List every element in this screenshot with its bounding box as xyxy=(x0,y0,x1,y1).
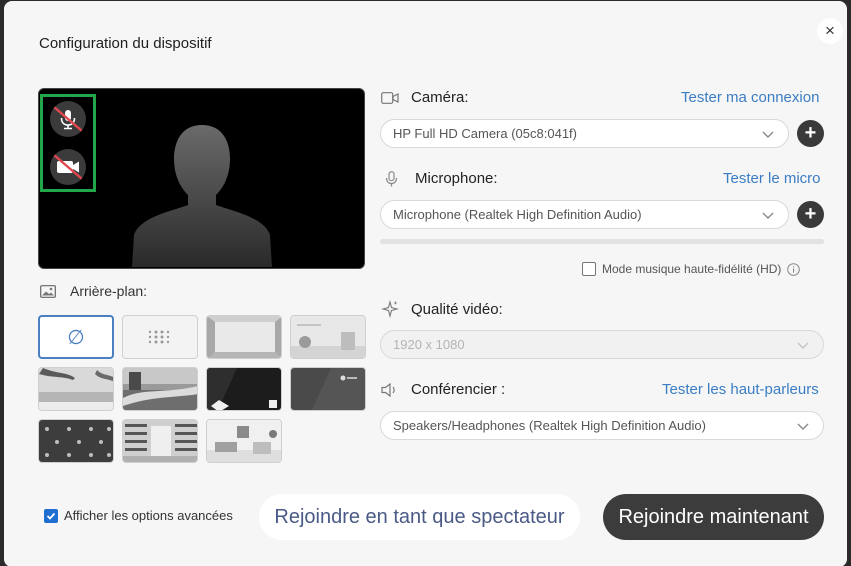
chevron-down-icon xyxy=(762,212,774,219)
video-preview xyxy=(38,88,365,269)
video-camera-icon xyxy=(381,91,399,104)
background-coast-thumb[interactable] xyxy=(122,367,198,411)
add-microphone-button[interactable]: + xyxy=(797,201,824,228)
chevron-down-icon xyxy=(762,131,774,138)
advanced-options-row[interactable]: Afficher les options avancées xyxy=(44,508,233,523)
microphone-select[interactable]: Microphone (Realtek High Definition Audi… xyxy=(380,200,789,229)
coast-image xyxy=(123,368,197,410)
advanced-options-checkbox[interactable] xyxy=(44,508,58,523)
background-empty-room-thumb[interactable] xyxy=(206,315,282,359)
branded-pattern-image xyxy=(39,420,113,462)
camera-label: Caméra: xyxy=(411,89,469,106)
join-now-button[interactable]: Rejoindre maintenant xyxy=(603,494,824,540)
media-toggle-group xyxy=(40,94,96,192)
sparkle-icon xyxy=(381,300,399,318)
video-quality-label-row: Qualité vidéo: xyxy=(381,300,503,318)
background-label-row: Arrière-plan: xyxy=(40,283,147,299)
white-room-image xyxy=(291,316,365,358)
checkmark-icon xyxy=(46,512,56,520)
background-gray-brand-thumb[interactable] xyxy=(290,367,366,411)
test-microphone-link[interactable]: Tester le micro xyxy=(723,170,821,187)
none-symbol-icon: ∅ xyxy=(67,326,85,349)
camera-select-value: HP Full HD Camera (05c8:041f) xyxy=(393,126,577,141)
microphone-select-value: Microphone (Realtek High Definition Audi… xyxy=(393,207,642,222)
close-button[interactable]: × xyxy=(817,18,843,44)
background-library-thumb[interactable] xyxy=(122,419,198,463)
dialog-title: Configuration du dispositif xyxy=(39,35,212,52)
dark-brand-image xyxy=(207,368,281,410)
video-quality-select-value: 1920 x 1080 xyxy=(393,337,465,352)
background-label: Arrière-plan: xyxy=(70,283,148,299)
chevron-down-icon xyxy=(797,423,809,430)
mic-muted-button[interactable] xyxy=(50,101,86,137)
camera-off-button[interactable] xyxy=(50,149,86,185)
empty-room-image xyxy=(207,316,281,358)
speaker-label: Conférencier : xyxy=(411,381,506,398)
gray-brand-image xyxy=(291,368,365,410)
background-blur-thumb[interactable] xyxy=(122,315,198,359)
hifi-mode-row[interactable]: Mode musique haute-fidélité (HD) xyxy=(582,262,801,276)
background-none-thumb[interactable]: ∅ xyxy=(38,315,114,359)
advanced-options-label: Afficher les options avancées xyxy=(64,508,233,523)
join-as-spectator-button[interactable]: Rejoindre en tant que spectateur xyxy=(259,494,580,540)
microphone-icon xyxy=(385,170,398,186)
camera-select[interactable]: HP Full HD Camera (05c8:041f) xyxy=(380,119,789,148)
library-image xyxy=(123,420,197,462)
speaker-select-value: Speakers/Headphones (Realtek High Defini… xyxy=(393,418,706,433)
mic-level-bar xyxy=(380,239,824,244)
test-speakers-link[interactable]: Tester les haut-parleurs xyxy=(662,381,819,398)
person-silhouette-icon xyxy=(132,125,272,267)
background-dark-brand-thumb[interactable] xyxy=(206,367,282,411)
device-config-dialog: Configuration du dispositif × Arrière-pl… xyxy=(4,1,847,566)
camera-off-icon xyxy=(53,154,83,180)
camera-label-row: Caméra: xyxy=(381,89,469,106)
microphone-label-row: Microphone: xyxy=(381,170,498,187)
image-icon xyxy=(40,284,56,298)
microphone-label: Microphone: xyxy=(415,170,498,187)
background-white-room-thumb[interactable] xyxy=(290,315,366,359)
hifi-label: Mode musique haute-fidélité (HD) xyxy=(602,262,782,276)
beach-image xyxy=(39,368,113,410)
background-branded-pattern-thumb[interactable] xyxy=(38,419,114,463)
mic-off-icon xyxy=(53,106,83,132)
speaker-label-row: Conférencier : xyxy=(381,381,505,398)
office-image xyxy=(207,420,281,462)
test-connection-link[interactable]: Tester ma connexion xyxy=(681,89,819,106)
background-office-thumb[interactable] xyxy=(206,419,282,463)
hifi-checkbox[interactable] xyxy=(582,262,596,276)
speaker-icon xyxy=(381,382,395,397)
info-icon[interactable] xyxy=(787,262,801,276)
speaker-select[interactable]: Speakers/Headphones (Realtek High Defini… xyxy=(380,411,824,440)
background-beach-thumb[interactable] xyxy=(38,367,114,411)
chevron-down-icon xyxy=(797,342,809,349)
video-quality-select[interactable]: 1920 x 1080 xyxy=(380,330,824,359)
video-quality-label: Qualité vidéo: xyxy=(411,300,503,318)
add-camera-button[interactable]: + xyxy=(797,120,824,147)
blur-icon xyxy=(148,330,170,344)
